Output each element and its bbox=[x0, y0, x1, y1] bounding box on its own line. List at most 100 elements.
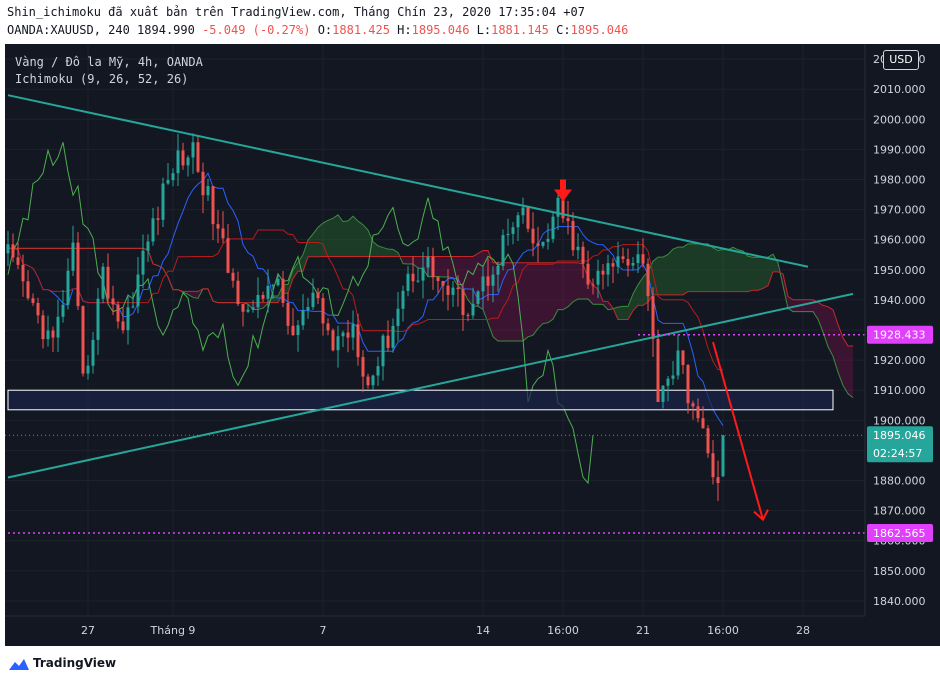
trendline-1 bbox=[7, 94, 809, 268]
candle-body bbox=[446, 285, 450, 295]
kumo-segment bbox=[573, 262, 578, 302]
candle-body bbox=[306, 307, 310, 311]
kumo-segment bbox=[818, 302, 823, 332]
candle-body bbox=[36, 302, 40, 316]
candle-body bbox=[456, 287, 460, 290]
kumo-segment bbox=[313, 227, 318, 257]
kumo-segment bbox=[358, 221, 363, 257]
candle-body bbox=[631, 263, 635, 266]
kumo-segment bbox=[513, 262, 518, 342]
candle-body bbox=[176, 150, 180, 174]
candle-body bbox=[511, 227, 515, 234]
candle-body bbox=[571, 221, 575, 251]
candle-body bbox=[486, 276, 490, 286]
candle-body bbox=[481, 276, 485, 292]
candle-body bbox=[111, 298, 115, 305]
open-label: O: bbox=[317, 23, 333, 37]
kumo-segment bbox=[563, 262, 568, 310]
low-value: 1881.145 bbox=[491, 23, 549, 37]
price-tick-label: 1980.000 bbox=[873, 173, 926, 186]
candle-body bbox=[626, 259, 630, 266]
candle-body bbox=[286, 302, 290, 326]
time-tick-label: 16:00 bbox=[707, 624, 739, 637]
currency-badge[interactable]: USD bbox=[883, 50, 919, 70]
kumo-segment bbox=[303, 240, 308, 272]
open-value: 1881.425 bbox=[332, 23, 390, 37]
candle-body bbox=[321, 298, 325, 324]
price-tick-label: 1950.000 bbox=[873, 264, 926, 277]
chart-panel[interactable]: 1840.0001850.0001860.0001870.0001880.000… bbox=[5, 44, 940, 646]
kumo-segment bbox=[458, 256, 463, 291]
candle-body bbox=[351, 324, 355, 338]
candle-body bbox=[91, 339, 95, 366]
candle-body bbox=[61, 304, 65, 317]
kumo-segment bbox=[763, 257, 768, 289]
candle-body bbox=[611, 263, 615, 267]
kumo-segment bbox=[508, 262, 513, 342]
candle-body bbox=[166, 180, 170, 184]
candle-body bbox=[236, 280, 240, 304]
candle-body bbox=[376, 366, 380, 376]
price-tick-label: 1970.000 bbox=[873, 204, 926, 217]
time-tick-label: 14 bbox=[476, 624, 490, 637]
kumo-segment bbox=[693, 243, 698, 292]
candle-body bbox=[161, 183, 165, 220]
kumo-segment bbox=[468, 256, 473, 306]
candle-body bbox=[101, 266, 105, 299]
candle-body bbox=[466, 314, 470, 316]
candle-body bbox=[661, 385, 665, 402]
kumo-segment bbox=[698, 243, 703, 292]
kumo-segment bbox=[678, 247, 683, 295]
indicator-legend[interactable]: Ichimoku (9, 26, 52, 26) bbox=[15, 72, 188, 86]
candle-body bbox=[71, 242, 75, 271]
candle-body bbox=[31, 298, 35, 303]
kumo-segment bbox=[568, 262, 573, 307]
kumo-segment bbox=[333, 214, 338, 257]
price-axis bbox=[865, 44, 940, 646]
price-chart[interactable]: 1840.0001850.0001860.0001870.0001880.000… bbox=[5, 44, 940, 646]
candle-body bbox=[596, 270, 600, 285]
candle-body bbox=[621, 256, 625, 260]
close-value: 1895.046 bbox=[570, 23, 629, 37]
candle-body bbox=[96, 298, 100, 340]
candle-body bbox=[546, 238, 550, 242]
candle-body bbox=[416, 280, 420, 282]
candle-body bbox=[656, 339, 660, 402]
kumo-segment bbox=[388, 249, 393, 257]
kumo-segment bbox=[848, 346, 853, 398]
time-tick-label: 28 bbox=[796, 624, 810, 637]
kumo-segment bbox=[348, 216, 353, 257]
candle-body bbox=[391, 325, 395, 348]
kumo-segment bbox=[418, 256, 423, 269]
candle-body bbox=[636, 254, 640, 264]
kumo-segment bbox=[538, 262, 543, 329]
low-label: L: bbox=[476, 23, 492, 37]
level-price-label: 1862.565 bbox=[873, 527, 926, 540]
kumo-segment bbox=[728, 247, 733, 292]
publish-info: Shin_ichimoku đã xuất bản trên TradingVi… bbox=[7, 5, 585, 19]
price-tick-label: 1920.000 bbox=[873, 354, 926, 367]
candle-body bbox=[346, 332, 350, 338]
kumo-segment bbox=[578, 262, 583, 300]
candle-body bbox=[476, 291, 480, 304]
kumo-segment bbox=[438, 256, 443, 277]
kumo-segment bbox=[808, 299, 813, 312]
candle-body bbox=[541, 241, 545, 246]
kumo-segment bbox=[753, 257, 758, 291]
candle-body bbox=[206, 186, 210, 196]
candle-body bbox=[536, 243, 540, 246]
kumo-segment bbox=[408, 256, 413, 264]
candle-body bbox=[126, 307, 130, 331]
candle-body bbox=[316, 292, 320, 299]
candle-body bbox=[311, 292, 315, 308]
kumo-segment bbox=[708, 243, 713, 292]
candle-body bbox=[251, 307, 255, 310]
publish-header: Shin_ichimoku đã xuất bản trên TradingVi… bbox=[0, 0, 940, 44]
candle-body bbox=[141, 250, 145, 275]
kumo-segment bbox=[443, 256, 448, 277]
candle-body bbox=[196, 142, 200, 172]
kumo-segment bbox=[673, 247, 678, 295]
candle-body bbox=[461, 289, 465, 315]
candle-body bbox=[521, 207, 525, 216]
candle-body bbox=[681, 350, 685, 366]
